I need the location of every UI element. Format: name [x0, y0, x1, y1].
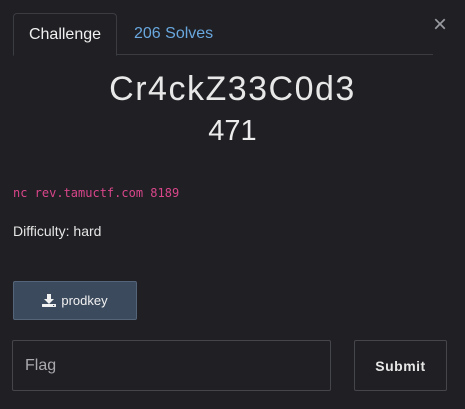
difficulty-text: Difficulty: hard	[13, 223, 102, 239]
file-download-button[interactable]: prodkey	[13, 281, 137, 320]
tab-challenge[interactable]: Challenge	[13, 13, 117, 56]
tab-solves[interactable]: 206 Solves	[134, 13, 213, 55]
close-icon[interactable]: ×	[430, 13, 450, 37]
flag-input[interactable]	[12, 340, 331, 391]
download-icon	[42, 294, 57, 307]
challenge-value: 471	[208, 115, 257, 147]
challenge-name: Cr4ckZ33C0d3	[109, 70, 356, 108]
submit-button[interactable]: Submit	[354, 340, 447, 391]
connection-command: nc rev.tamuctf.com 8189	[13, 186, 180, 200]
file-name: prodkey	[61, 293, 108, 308]
tab-bar: Challenge 206 Solves	[13, 13, 433, 56]
challenge-modal: × Challenge 206 Solves Cr4ckZ33C0d3 471 …	[0, 0, 465, 409]
